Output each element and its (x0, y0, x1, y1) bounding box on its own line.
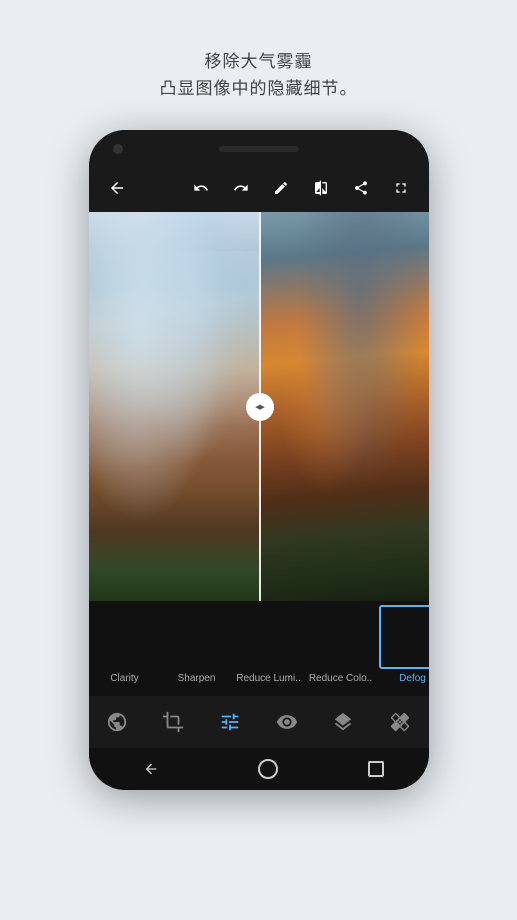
image-area (89, 212, 429, 601)
header-line2: 凸显图像中的隐藏细节。 (160, 75, 358, 102)
header-text: 移除大气雾霾 凸显图像中的隐藏细节。 (160, 48, 358, 102)
phone-camera (113, 144, 123, 154)
phone-top-bar (89, 130, 429, 168)
nav-back-button[interactable] (133, 751, 169, 787)
app-toolbar (89, 168, 429, 212)
edit-button[interactable] (267, 180, 295, 201)
thumb-clarity[interactable]: Clarity (89, 605, 161, 684)
phone-wrapper: Clarity Sharpen Reduce Lumi.. Reduce Col… (89, 130, 429, 810)
back-button[interactable] (103, 179, 131, 202)
eye-tool[interactable] (267, 711, 307, 733)
fullscreen-button[interactable] (387, 180, 415, 201)
crop-tool[interactable] (153, 711, 193, 733)
image-left (89, 212, 259, 601)
image-right (259, 212, 429, 601)
bottom-tools (89, 696, 429, 748)
phone-body: Clarity Sharpen Reduce Lumi.. Reduce Col… (89, 130, 429, 790)
presets-tool[interactable] (97, 711, 137, 733)
phone-speaker (219, 146, 299, 152)
header-line1: 移除大气雾霾 (160, 48, 358, 75)
heal-tool[interactable] (380, 711, 420, 733)
nav-home-button[interactable] (258, 759, 278, 779)
redo-button[interactable] (227, 180, 255, 201)
sliders-tool[interactable] (210, 711, 250, 733)
layers-tool[interactable] (323, 711, 363, 733)
split-handle[interactable] (246, 393, 274, 421)
thumb-sharpen[interactable]: Sharpen (161, 605, 233, 684)
thumb-reduce-colo[interactable]: Reduce Colo.. (305, 605, 377, 684)
nav-recent-button[interactable] (368, 761, 384, 777)
undo-button[interactable] (187, 180, 215, 201)
phone-nav-bar (89, 748, 429, 790)
thumbnail-strip: Clarity Sharpen Reduce Lumi.. Reduce Col… (89, 601, 429, 696)
thumb-reduce-lumi[interactable]: Reduce Lumi.. (233, 605, 305, 684)
split-line[interactable] (259, 212, 261, 601)
share-button[interactable] (347, 180, 375, 201)
compare-button[interactable] (307, 180, 335, 201)
thumb-defog[interactable]: Defog (377, 605, 429, 684)
